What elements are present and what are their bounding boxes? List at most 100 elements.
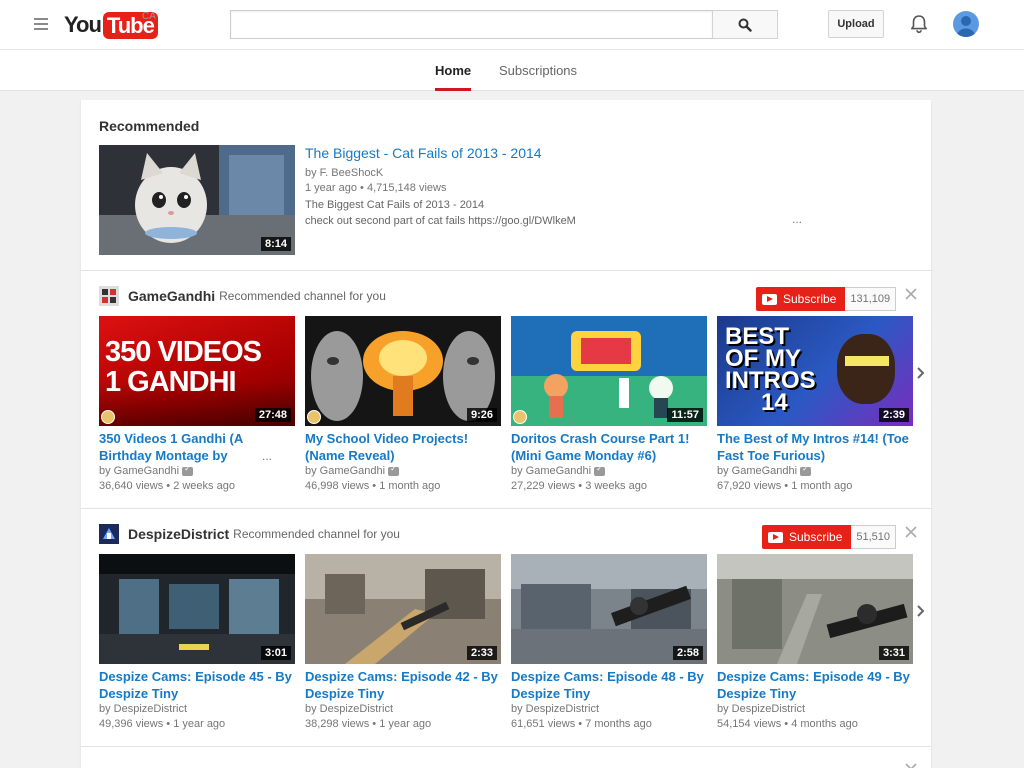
subscribe-button[interactable]: Subscribe 131,109 bbox=[756, 287, 897, 311]
logo-text-you: You bbox=[64, 12, 102, 37]
description-more[interactable]: ... bbox=[792, 212, 802, 226]
video-channel[interactable]: by F. BeeShocK bbox=[305, 167, 383, 179]
video-channel[interactable]: by DespizeDistrict bbox=[511, 703, 707, 715]
channel-tagline: Recommended channel for you bbox=[233, 527, 400, 541]
channel-avatar[interactable] bbox=[99, 286, 119, 306]
video-channel[interactable]: by GameGandhi bbox=[511, 464, 707, 477]
video-channel[interactable]: by DespizeDistrict bbox=[305, 703, 501, 715]
home-feed: Recommended 8:14 The Biggest - Cat Fails… bbox=[81, 100, 931, 768]
section-divider bbox=[81, 746, 931, 747]
verified-icon bbox=[800, 464, 812, 476]
tab-home[interactable]: Home bbox=[435, 50, 472, 91]
video-duration: 8:14 bbox=[260, 237, 291, 251]
country-code: CA bbox=[142, 11, 156, 22]
video-thumbnail[interactable]: 8:14 bbox=[99, 145, 295, 255]
thumbnail-caption: 350 VIDEOS bbox=[105, 336, 262, 368]
shelf-header-despizedistrict: DespizeDistrict Recommended channel for … bbox=[99, 524, 400, 544]
upload-button[interactable]: Upload bbox=[828, 10, 884, 38]
thumbnail-caption: 14 bbox=[761, 389, 788, 416]
video-title-link[interactable]: The Biggest - Cat Fails of 2013 - 2014 bbox=[305, 145, 542, 161]
video-tile: 2:33 Despize Cams: Episode 42 - By Despi… bbox=[305, 554, 501, 730]
video-duration: 27:48 bbox=[254, 408, 291, 422]
video-tile: 11:57 Doritos Crash Course Part 1! (Mini… bbox=[511, 316, 707, 492]
video-title-link[interactable]: My School Video Projects! (Name Reveal) bbox=[305, 430, 501, 464]
video-thumbnail[interactable]: 11:57 bbox=[511, 316, 707, 426]
video-duration: 2:58 bbox=[672, 646, 703, 660]
video-title-link[interactable]: Despize Cams: Episode 45 - By Despize Ti… bbox=[99, 668, 295, 702]
video-duration: 3:01 bbox=[260, 646, 291, 660]
subscribe-label: Subscribe bbox=[783, 292, 837, 306]
video-title-link[interactable]: The Best of My Intros #14! (Toe Fast Toe… bbox=[717, 430, 913, 464]
title-more[interactable]: ... bbox=[262, 449, 272, 463]
video-meta: 38,298 views • 1 year ago bbox=[305, 718, 432, 730]
channel-badge-icon bbox=[101, 410, 115, 424]
subscribe-button[interactable]: Subscribe 51,510 bbox=[762, 525, 897, 549]
video-channel[interactable]: by GameGandhi bbox=[717, 464, 913, 477]
channel-badge-icon bbox=[307, 410, 321, 424]
channel-name[interactable]: GameGandhi bbox=[128, 288, 215, 304]
shelf-header-gamegandhi: GameGandhi Recommended channel for you bbox=[99, 286, 386, 306]
video-tile: 3:01 Despize Cams: Episode 45 - By Despi… bbox=[99, 554, 295, 730]
subscribe-label: Subscribe bbox=[789, 530, 843, 544]
verified-icon bbox=[388, 464, 400, 476]
channel-badge-icon bbox=[513, 410, 527, 424]
video-meta: 27,229 views • 3 weeks ago bbox=[511, 480, 647, 492]
video-description-line2: check out second part of cat fails https… bbox=[305, 215, 576, 227]
bell-icon[interactable] bbox=[908, 13, 930, 35]
chevron-right-icon[interactable] bbox=[917, 367, 925, 379]
masthead: You Tube CA Upload bbox=[0, 0, 1024, 50]
avatar-icon[interactable] bbox=[953, 11, 979, 37]
video-channel[interactable]: by GameGandhi bbox=[99, 464, 295, 477]
video-thumbnail[interactable]: BEST OF MY INTROS 14 2:39 bbox=[717, 316, 913, 426]
video-thumbnail[interactable]: 3:01 bbox=[99, 554, 295, 664]
video-description-line1: The Biggest Cat Fails of 2013 - 2014 bbox=[305, 199, 485, 211]
video-title-link[interactable]: Despize Cams: Episode 42 - By Despize Ti… bbox=[305, 668, 501, 702]
video-thumbnail[interactable]: 3:31 bbox=[717, 554, 913, 664]
verified-icon bbox=[182, 464, 194, 476]
video-meta: 54,154 views • 4 months ago bbox=[717, 718, 858, 730]
subscriber-count: 131,109 bbox=[845, 287, 897, 311]
channel-avatar[interactable] bbox=[99, 524, 119, 544]
video-duration: 2:39 bbox=[878, 408, 909, 422]
video-thumbnail[interactable]: 9:26 bbox=[305, 316, 501, 426]
video-title-link[interactable]: Despize Cams: Episode 49 - By Despize Ti… bbox=[717, 668, 913, 702]
feed-tabs: Home Subscriptions bbox=[0, 50, 1024, 91]
chevron-right-icon[interactable] bbox=[917, 605, 925, 617]
video-tile: 9:26 My School Video Projects! (Name Rev… bbox=[305, 316, 501, 492]
close-icon[interactable] bbox=[904, 525, 918, 539]
video-title-link[interactable]: Doritos Crash Course Part 1! (Mini Game … bbox=[511, 430, 707, 464]
video-thumbnail[interactable]: 350 VIDEOS 1 GANDHI 27:48 bbox=[99, 316, 295, 426]
video-tile: BEST OF MY INTROS 14 2:39 The Best of My… bbox=[717, 316, 913, 492]
video-meta: 67,920 views • 1 month ago bbox=[717, 480, 853, 492]
tab-subscriptions[interactable]: Subscriptions bbox=[499, 50, 577, 91]
youtube-play-icon bbox=[768, 531, 783, 543]
channel-name[interactable]: DespizeDistrict bbox=[128, 526, 229, 542]
close-icon[interactable] bbox=[904, 287, 918, 301]
verified-icon bbox=[594, 464, 606, 476]
subscriber-count: 51,510 bbox=[851, 525, 897, 549]
video-channel[interactable]: by DespizeDistrict bbox=[99, 703, 295, 715]
video-thumbnail[interactable]: 2:58 bbox=[511, 554, 707, 664]
video-meta: 1 year ago • 4,715,148 views bbox=[305, 182, 447, 194]
youtube-play-icon bbox=[762, 293, 777, 305]
video-duration: 2:33 bbox=[466, 646, 497, 660]
close-icon[interactable] bbox=[904, 762, 918, 768]
video-tile: 350 VIDEOS 1 GANDHI 27:48 350 Videos 1 G… bbox=[99, 316, 295, 492]
video-age: 1 year ago bbox=[305, 182, 357, 194]
video-channel[interactable]: by DespizeDistrict bbox=[717, 703, 913, 715]
search-button[interactable] bbox=[712, 10, 778, 39]
video-meta: 61,651 views • 7 months ago bbox=[511, 718, 652, 730]
video-meta: 49,396 views • 1 year ago bbox=[99, 718, 226, 730]
video-title-link[interactable]: Despize Cams: Episode 48 - By Despize Ti… bbox=[511, 668, 707, 702]
video-thumbnail[interactable]: 2:33 bbox=[305, 554, 501, 664]
video-meta: 36,640 views • 2 weeks ago bbox=[99, 480, 235, 492]
search-bar bbox=[230, 10, 778, 39]
thumbnail-caption: 1 GANDHI bbox=[105, 366, 237, 398]
section-heading-recommended: Recommended bbox=[99, 118, 200, 134]
guide-menu-icon[interactable] bbox=[34, 18, 48, 30]
video-tile: 3:31 Despize Cams: Episode 49 - By Despi… bbox=[717, 554, 913, 730]
search-input[interactable] bbox=[230, 10, 712, 39]
video-duration: 3:31 bbox=[878, 646, 909, 660]
video-channel[interactable]: by GameGandhi bbox=[305, 464, 501, 477]
section-divider bbox=[81, 270, 931, 271]
